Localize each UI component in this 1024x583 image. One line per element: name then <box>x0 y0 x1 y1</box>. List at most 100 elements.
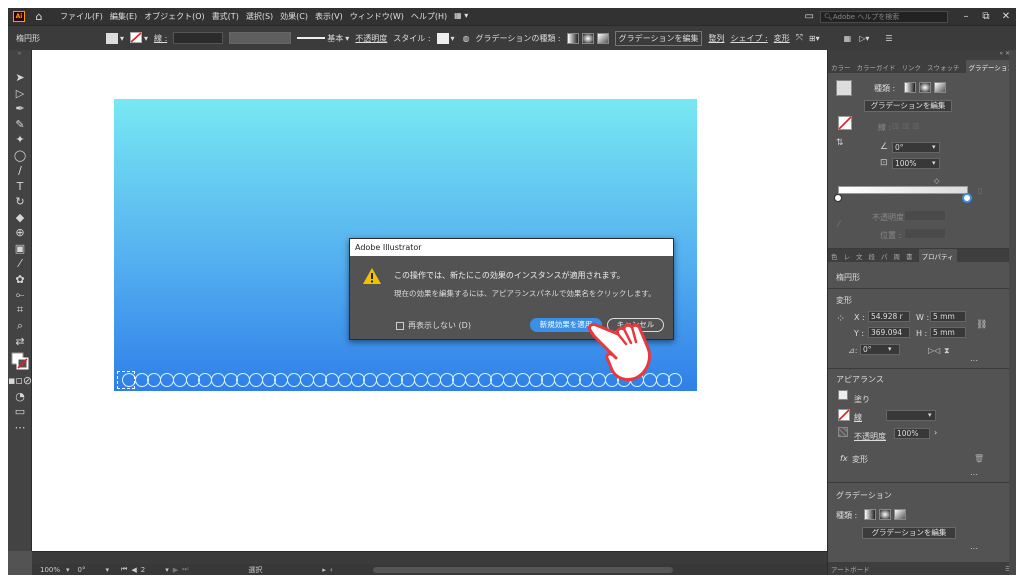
delete-stop-icon[interactable]: ▯ <box>978 186 982 195</box>
x-field[interactable]: 54.928 r <box>868 311 910 322</box>
stroke-dropdown-icon[interactable]: ▾ <box>144 34 148 43</box>
dont-show-again-checkbox[interactable]: 再表示しない (D) <box>396 320 471 331</box>
direct-selection-icon[interactable]: ▷ <box>8 86 32 102</box>
tab-pathfinder-short[interactable]: パ <box>881 251 888 261</box>
scroll-left-icon[interactable]: ‹ <box>330 566 333 574</box>
zoom-level[interactable]: 100% <box>40 566 60 574</box>
shape-builder-icon[interactable]: ⊕ <box>8 225 32 241</box>
arrange-icon[interactable]: ▦ <box>844 34 852 43</box>
tab-color-guide[interactable]: カラーガイド <box>857 62 896 72</box>
tab-paragraph-short[interactable]: 段 <box>869 251 876 261</box>
tab-links[interactable]: リンク <box>902 62 922 72</box>
transform-options-icon[interactable]: ⊞▾ <box>809 34 820 43</box>
tab-layers-short[interactable]: レ <box>844 251 851 261</box>
paintbrush-icon[interactable]: ∕ <box>8 163 32 179</box>
aspect-dropdown-icon[interactable]: ▾ <box>932 159 936 167</box>
y-field[interactable]: 369.094 <box>868 327 910 338</box>
opacity-value-field[interactable]: 100% <box>894 428 930 439</box>
status-menu-icon[interactable]: ▸ <box>322 566 326 574</box>
restore-icon[interactable]: ⧉ <box>976 11 996 22</box>
tab-swatches[interactable]: スウォッチ <box>927 62 960 72</box>
panel-stroke-swatch[interactable] <box>838 116 852 132</box>
properties-edit-gradient-button[interactable]: グラデーションを編集 <box>862 527 956 539</box>
gradient-more-icon[interactable]: ⋯ <box>970 544 978 553</box>
isolate-icon[interactable]: ⤧ <box>796 33 803 43</box>
opacity-arrow-icon[interactable]: › <box>934 428 937 437</box>
rotate-dropdown-icon[interactable]: ▾ <box>888 345 892 353</box>
gradient-preview-swatch[interactable] <box>836 80 852 96</box>
stroke-weight-dropdown-icon[interactable]: ▾ <box>928 411 932 419</box>
align-link[interactable]: 整列 <box>708 33 724 44</box>
more-tools-icon[interactable]: ⋯ <box>8 420 32 436</box>
gradient-midpoint-icon[interactable]: ◇ <box>934 177 939 185</box>
effect-name-link[interactable]: 変形 <box>852 454 868 465</box>
variable-width-field[interactable] <box>229 32 292 44</box>
color-mode-icon[interactable]: ▪▫⊘ <box>8 373 32 389</box>
fill-swatch-appearance[interactable] <box>838 390 848 400</box>
stroke-profile-label[interactable]: 基本 <box>327 33 343 44</box>
width-tool-icon[interactable]: ⟜ <box>8 287 32 303</box>
type-tool-icon[interactable]: T <box>8 179 32 195</box>
reverse-gradient-icon[interactable]: ⇅ <box>836 138 844 148</box>
prev-artboard-icon[interactable]: ◀ <box>131 566 136 574</box>
stop-location-field[interactable] <box>904 228 946 239</box>
first-artboard-icon[interactable]: ⏮ <box>121 565 127 574</box>
props-radial-icon[interactable] <box>879 509 891 520</box>
appearance-opacity-label[interactable]: 不透明度 <box>854 431 886 442</box>
tab-character-short[interactable]: 文 <box>856 251 863 261</box>
menu-object[interactable]: オブジェクト(O) <box>144 11 205 22</box>
freeform-gradient-icon[interactable] <box>596 32 609 44</box>
shape-link[interactable]: シェイプ : <box>730 33 767 44</box>
checkbox-box[interactable] <box>396 321 404 330</box>
swap-fill-stroke-icon[interactable]: ⇄ <box>8 334 32 350</box>
horizontal-scrollbar[interactable] <box>372 566 673 573</box>
rotate-angle-field[interactable]: 0° <box>860 344 900 355</box>
tab-artboard[interactable]: アートボード <box>831 564 870 574</box>
profile-dropdown-icon[interactable]: ▾ <box>345 34 349 43</box>
menu-effect[interactable]: 効果(C) <box>280 11 308 22</box>
menu-select[interactable]: 選択(S) <box>246 11 273 22</box>
panel-radial-icon[interactable] <box>919 82 931 93</box>
appearance-stroke-label[interactable]: 線 <box>854 412 862 423</box>
artboard-number[interactable]: 2 <box>141 566 145 574</box>
minimize-icon[interactable]: – <box>956 11 976 22</box>
pen-tool-icon[interactable]: ✒ <box>8 101 32 117</box>
close-icon[interactable]: ✕ <box>996 11 1016 22</box>
selection-tool-icon[interactable]: ➤ <box>8 70 32 86</box>
curvature-tool-icon[interactable]: ✎ <box>8 117 32 133</box>
angle-dropdown-icon[interactable]: ▾ <box>932 143 936 151</box>
tab-color[interactable]: カラー <box>831 62 851 72</box>
menu-help[interactable]: ヘルプ(H) <box>411 11 447 22</box>
next-artboard-icon[interactable]: ▶ <box>173 566 178 574</box>
menu-edit[interactable]: 編集(E) <box>110 11 137 22</box>
gradient-eyedropper-icon[interactable]: ⁄ <box>838 220 840 230</box>
gradient-tool-icon[interactable]: ▣ <box>8 241 32 257</box>
help-search-input[interactable]: 🔍︎Adobe ヘルプを検索 <box>820 10 948 23</box>
screen-mode-icon[interactable]: ▭ <box>8 404 32 420</box>
panel-freeform-icon[interactable] <box>934 82 946 93</box>
tab-properties[interactable]: プロパティ <box>918 249 957 262</box>
h-field[interactable]: 5 mm <box>930 327 966 338</box>
fill-stroke-icon[interactable] <box>8 349 32 373</box>
transform-link[interactable]: 変形 <box>774 33 790 44</box>
constrain-proportions-icon[interactable]: ⛓ <box>976 320 987 330</box>
menu-type[interactable]: 書式(T) <box>212 11 239 22</box>
opacity-label[interactable]: 不透明度 <box>355 33 387 44</box>
tab-type-short[interactable]: 書 <box>906 251 913 261</box>
rotation-value[interactable]: 0° <box>78 566 86 574</box>
hamburger-icon[interactable]: ☰ <box>885 34 892 43</box>
zoom-dropdown-icon[interactable]: ▾ <box>66 566 70 574</box>
stroke-swatch[interactable] <box>130 31 143 45</box>
toolbar-collapse-icon[interactable]: » <box>8 50 31 70</box>
stop-opacity-field[interactable] <box>904 210 946 221</box>
workspace-grid-icon[interactable]: ▦ ▾ <box>454 11 468 22</box>
home-icon[interactable]: ⌂ <box>32 10 46 23</box>
fill-dropdown-icon[interactable]: ▾ <box>120 34 124 43</box>
gradient-stop-right-icon[interactable] <box>962 193 972 203</box>
zoom-tool-icon[interactable]: ⌕ <box>8 318 32 334</box>
w-field[interactable]: 5 mm <box>930 311 966 322</box>
effect-delete-icon[interactable]: 🗑︎ <box>974 454 984 463</box>
recolor-icon[interactable]: ◍ <box>463 34 470 43</box>
shaper-tool-icon[interactable]: ✦ <box>8 132 32 148</box>
symbol-sprayer-icon[interactable]: ✿ <box>8 272 32 288</box>
